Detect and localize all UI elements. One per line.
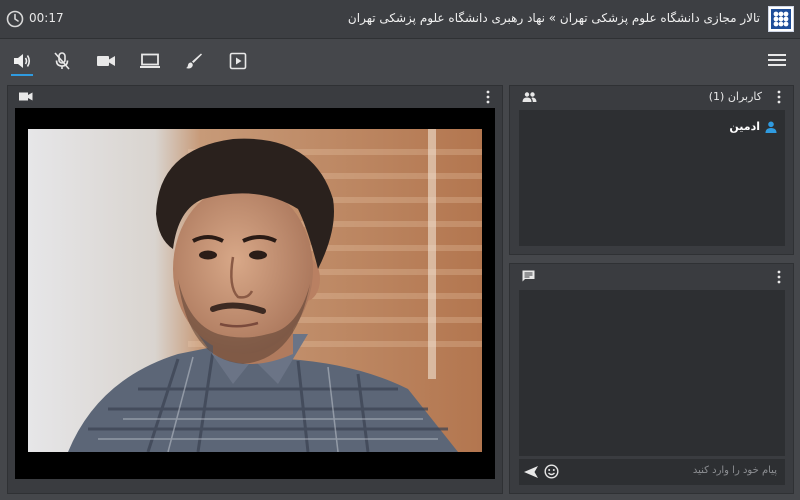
- user-icon: [765, 121, 777, 133]
- video-panel: [7, 85, 503, 494]
- list-item[interactable]: ادمین: [729, 120, 777, 133]
- camera-button[interactable]: [95, 50, 117, 72]
- whiteboard-button[interactable]: [183, 50, 205, 72]
- hamburger-icon[interactable]: [768, 52, 786, 68]
- video-feed: [28, 129, 482, 452]
- chat-panel: پیام خود را وارد کنید: [509, 263, 794, 494]
- active-tab-indicator: [11, 74, 33, 76]
- users-list: ادمین: [519, 110, 785, 246]
- screen-share-icon: [140, 53, 160, 68]
- video-panel-options-icon[interactable]: [486, 90, 490, 104]
- users-panel-header: کاربران (1): [510, 86, 793, 108]
- speaker-icon: [14, 54, 31, 68]
- users-panel-options-icon[interactable]: [777, 90, 781, 104]
- chat-messages: [519, 290, 785, 456]
- chat-panel-header: [510, 264, 793, 286]
- video-panel-header: [8, 86, 502, 108]
- user-name: ادمین: [729, 120, 760, 133]
- session-timer: 00:17: [29, 11, 64, 25]
- camera-icon: [97, 56, 115, 66]
- microphone-button[interactable]: [51, 50, 73, 72]
- brush-icon: [186, 53, 202, 69]
- speaker-button[interactable]: [11, 50, 33, 72]
- app-title: تالار مجازی دانشگاه علوم پزشکی تهران » ن…: [347, 11, 760, 25]
- video-stage: [15, 108, 495, 479]
- chat-input[interactable]: پیام خود را وارد کنید: [519, 459, 785, 485]
- chat-input-placeholder: پیام خود را وارد کنید: [692, 465, 777, 476]
- title-bar: 00:17 تالار مجازی دانشگاه علوم پزشکی تهر…: [0, 0, 800, 39]
- screen-share-button[interactable]: [139, 50, 161, 72]
- media-button[interactable]: [227, 50, 249, 72]
- users-panel-title: کاربران (1): [708, 90, 762, 103]
- video-camera-icon: [19, 92, 33, 101]
- emoji-icon[interactable]: [544, 464, 559, 479]
- send-icon[interactable]: [523, 465, 539, 479]
- clock-icon: [6, 10, 24, 28]
- toolbar: [0, 39, 800, 83]
- chat-icon: [522, 270, 535, 282]
- users-icon: [522, 92, 537, 102]
- chat-panel-options-icon[interactable]: [777, 270, 781, 284]
- play-box-icon: [229, 52, 247, 70]
- users-panel: کاربران (1) ادمین: [509, 85, 794, 255]
- university-logo: [768, 6, 794, 32]
- mic-off-icon: [54, 52, 70, 70]
